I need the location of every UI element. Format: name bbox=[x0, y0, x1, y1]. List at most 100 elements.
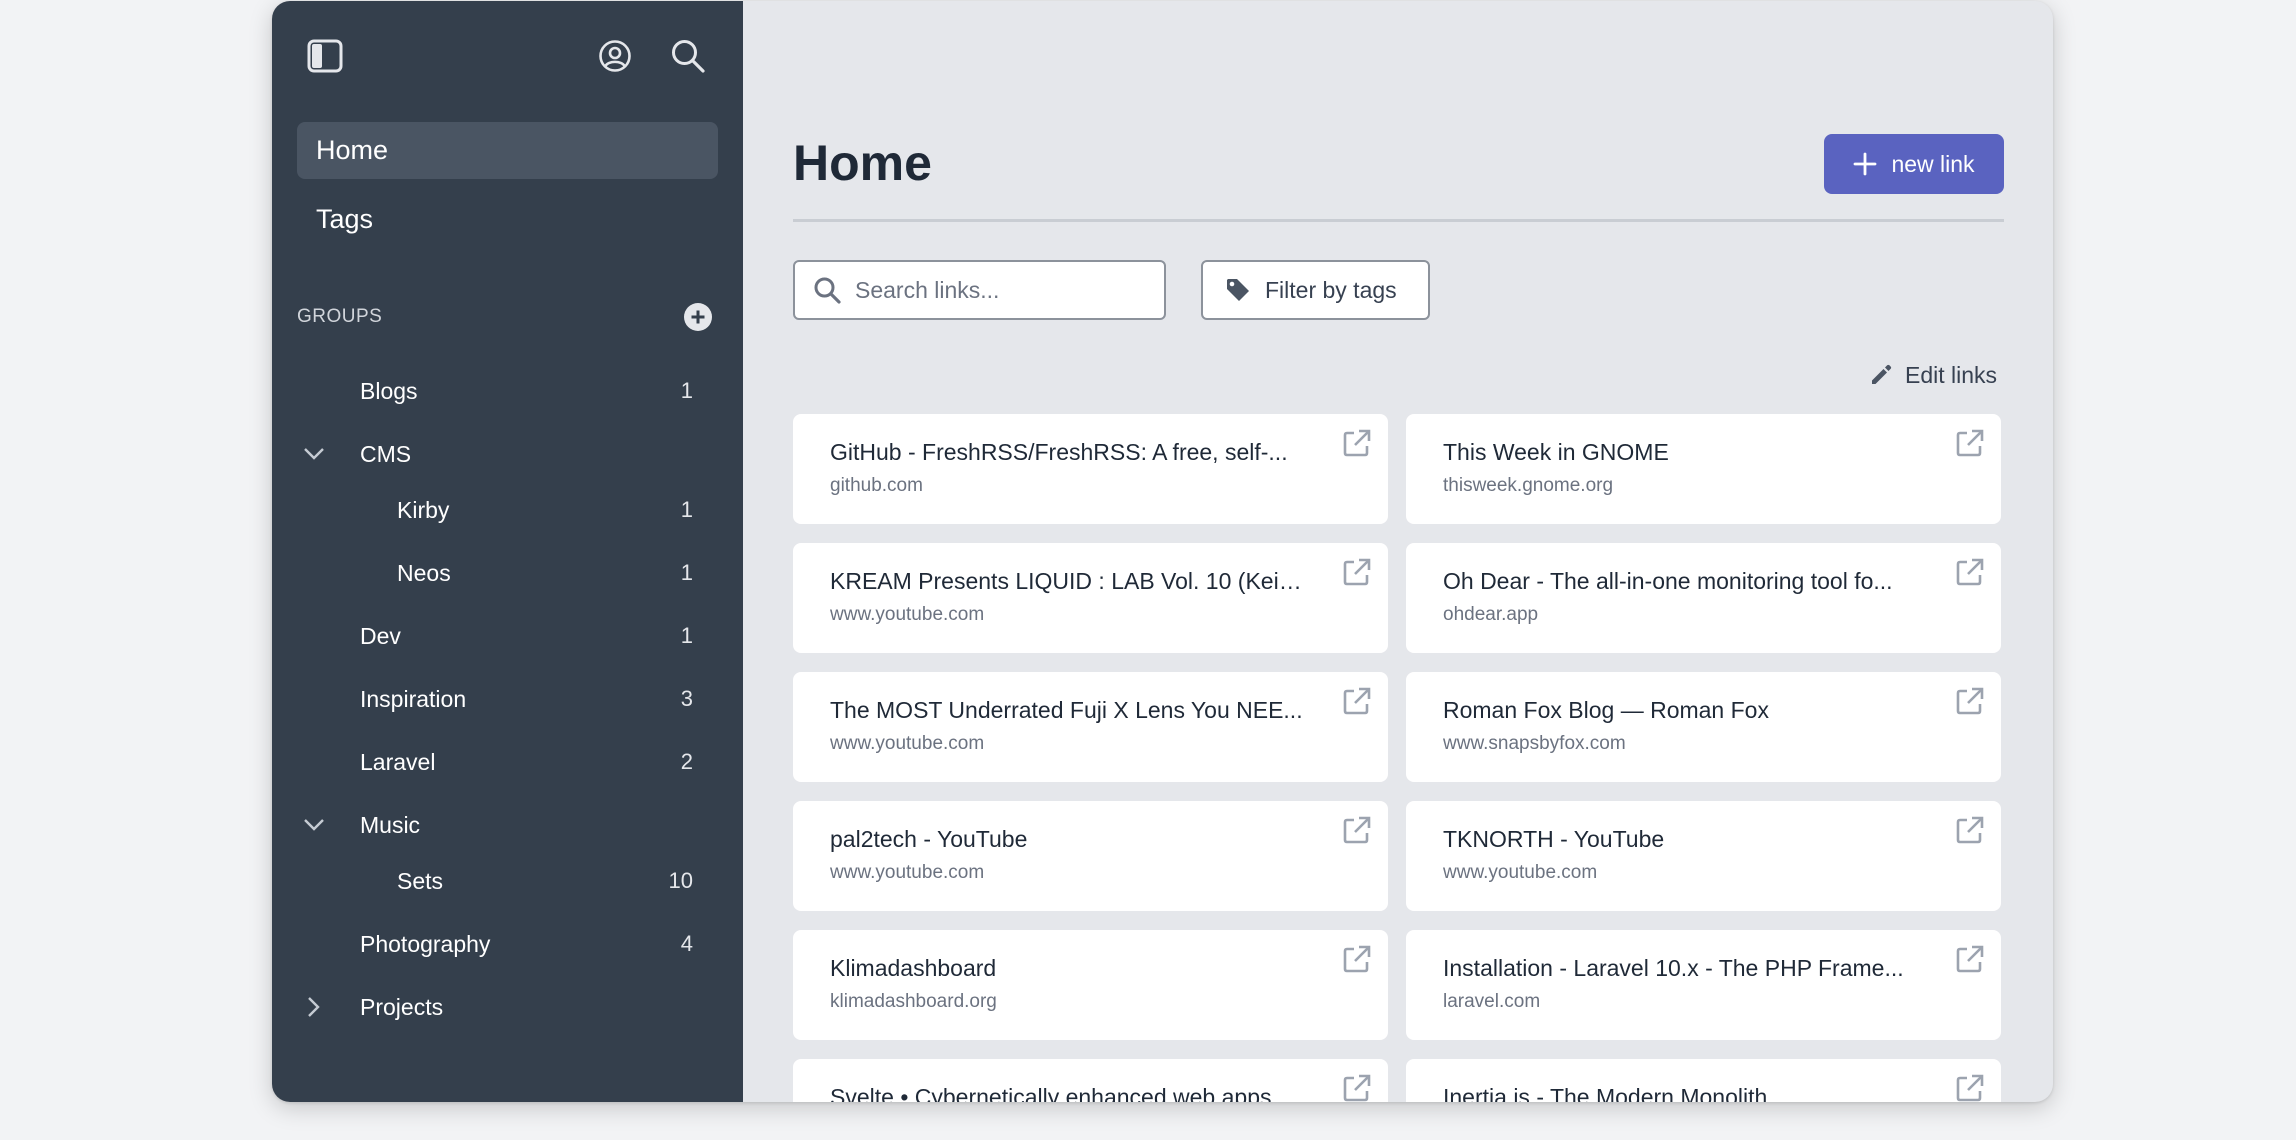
link-domain: www.youtube.com bbox=[830, 604, 985, 625]
link-title[interactable]: Oh Dear - The all-in-one monitoring tool… bbox=[1443, 568, 1923, 595]
filter-by-tags-button[interactable]: Filter by tags bbox=[1201, 260, 1430, 320]
main-content: Home new link Filter by tags bbox=[743, 1, 2053, 1102]
plus-circle-icon[interactable] bbox=[683, 302, 713, 332]
external-link-icon[interactable] bbox=[1342, 815, 1372, 850]
link-card[interactable]: Inertia.js - The Modern Monolith bbox=[1406, 1059, 2001, 1102]
edit-links-label: Edit links bbox=[1905, 361, 1998, 388]
group-item-label: Blogs bbox=[360, 377, 418, 404]
link-title[interactable]: Klimadashboard bbox=[830, 955, 1310, 982]
search-input[interactable] bbox=[855, 276, 1155, 304]
link-title[interactable]: TKNORTH - YouTube bbox=[1443, 826, 1923, 853]
external-link-icon[interactable] bbox=[1342, 557, 1372, 592]
group-item-label: Neos bbox=[397, 559, 451, 586]
group-item-count: 1 bbox=[680, 497, 693, 522]
group-item-count: 1 bbox=[680, 378, 693, 403]
pencil-icon bbox=[1872, 364, 1892, 384]
group-item[interactable]: Sets 10 bbox=[297, 856, 718, 906]
group-item-label: Projects bbox=[360, 993, 444, 1020]
group-item-label: Dev bbox=[360, 622, 401, 649]
link-title[interactable]: Installation - Laravel 10.x - The PHP Fr… bbox=[1443, 955, 1923, 982]
group-item-count: 2 bbox=[680, 749, 693, 774]
group-item-count: 4 bbox=[680, 931, 693, 956]
nav-home[interactable]: Home bbox=[297, 122, 718, 179]
link-title[interactable]: GitHub - FreshRSS/FreshRSS: A free, self… bbox=[830, 439, 1310, 466]
group-item-count: 1 bbox=[680, 560, 693, 585]
group-item[interactable]: Photography 4 bbox=[297, 919, 718, 969]
external-link-icon[interactable] bbox=[1342, 1073, 1372, 1102]
link-card[interactable]: Klimadashboard klimadashboard.org bbox=[793, 930, 1388, 1040]
plus-icon bbox=[1854, 152, 1877, 176]
page-title: Home bbox=[793, 135, 932, 191]
link-domain: www.youtube.com bbox=[830, 862, 985, 883]
chevron-down-icon[interactable] bbox=[299, 439, 329, 469]
link-card[interactable]: Oh Dear - The all-in-one monitoring tool… bbox=[1406, 543, 2001, 653]
group-item[interactable]: Neos 1 bbox=[297, 548, 718, 598]
link-card[interactable]: KREAM Presents LIQUID : LAB Vol. 10 (Kei… bbox=[793, 543, 1388, 653]
link-title[interactable]: Inertia.js - The Modern Monolith bbox=[1443, 1084, 1923, 1102]
link-card[interactable]: This Week in GNOME thisweek.gnome.org bbox=[1406, 414, 2001, 524]
link-domain: laravel.com bbox=[1443, 991, 1541, 1012]
external-link-icon[interactable] bbox=[1955, 686, 1985, 721]
link-title[interactable]: This Week in GNOME bbox=[1443, 439, 1923, 466]
group-item-count: 3 bbox=[680, 686, 693, 711]
link-domain: klimadashboard.org bbox=[830, 991, 997, 1012]
sidebar: Home Tags GROUPS Blogs 1 CMS Kirby 1 Neos 1 Dev… bbox=[272, 1, 743, 1102]
link-card[interactable]: Svelte • Cybernetically enhanced web app… bbox=[793, 1059, 1388, 1102]
link-title[interactable]: Svelte • Cybernetically enhanced web app… bbox=[830, 1084, 1310, 1102]
external-link-icon[interactable] bbox=[1342, 428, 1372, 463]
nav-home-label: Home bbox=[316, 135, 389, 165]
group-item[interactable]: Laravel 2 bbox=[297, 737, 718, 787]
link-domain: www.snapsbyfox.com bbox=[1443, 733, 1626, 754]
sidebar-toolbar bbox=[272, 1, 743, 111]
link-domain: www.youtube.com bbox=[830, 733, 985, 754]
link-card[interactable]: Roman Fox Blog — Roman Fox www.snapsbyfox… bbox=[1406, 672, 2001, 782]
edit-links-button[interactable]: Edit links bbox=[1869, 357, 1997, 393]
new-link-button[interactable]: new link bbox=[1824, 134, 2004, 194]
user-circle-icon[interactable] bbox=[597, 38, 633, 74]
link-card[interactable]: GitHub - FreshRSS/FreshRSS: A free, self… bbox=[793, 414, 1388, 524]
title-divider bbox=[793, 219, 2004, 222]
group-item[interactable]: CMS bbox=[297, 429, 718, 479]
groups-heading: GROUPS bbox=[297, 306, 383, 327]
group-item-label: Music bbox=[360, 811, 421, 838]
external-link-icon[interactable] bbox=[1955, 557, 1985, 592]
filter-label: Filter by tags bbox=[1265, 276, 1397, 303]
tag-icon bbox=[1227, 279, 1249, 301]
link-title[interactable]: The MOST Underrated Fuji X Lens You NEE.… bbox=[830, 697, 1310, 724]
link-domain: github.com bbox=[830, 475, 923, 496]
group-item-label: Kirby bbox=[397, 496, 450, 523]
link-card[interactable]: The MOST Underrated Fuji X Lens You NEE.… bbox=[793, 672, 1388, 782]
external-link-icon[interactable] bbox=[1342, 944, 1372, 979]
app-window: Home Tags GROUPS Blogs 1 CMS Kirby 1 Neos 1 Dev… bbox=[272, 1, 2053, 1102]
link-card[interactable]: Installation - Laravel 10.x - The PHP Fr… bbox=[1406, 930, 2001, 1040]
group-item-label: Photography bbox=[360, 930, 491, 957]
chevron-down-icon[interactable] bbox=[299, 810, 329, 840]
link-title[interactable]: KREAM Presents LIQUID : LAB Vol. 10 (Kei… bbox=[830, 568, 1310, 595]
group-item-label: CMS bbox=[360, 440, 412, 467]
link-card[interactable]: TKNORTH - YouTube www.youtube.com bbox=[1406, 801, 2001, 911]
external-link-icon[interactable] bbox=[1342, 686, 1372, 721]
group-item[interactable]: Music bbox=[297, 800, 718, 850]
search-icon bbox=[814, 277, 841, 304]
link-card[interactable]: pal2tech - YouTube www.youtube.com bbox=[793, 801, 1388, 911]
external-link-icon[interactable] bbox=[1955, 1073, 1985, 1102]
link-title[interactable]: Roman Fox Blog — Roman Fox bbox=[1443, 697, 1923, 724]
chevron-right-icon[interactable] bbox=[299, 992, 329, 1022]
group-item-count: 10 bbox=[668, 868, 693, 893]
search-icon[interactable] bbox=[668, 36, 708, 76]
group-item-label: Laravel bbox=[360, 748, 436, 775]
external-link-icon[interactable] bbox=[1955, 428, 1985, 463]
group-item[interactable]: Projects bbox=[297, 982, 718, 1032]
link-title[interactable]: pal2tech - YouTube bbox=[830, 826, 1310, 853]
group-item[interactable]: Inspiration 3 bbox=[297, 674, 718, 724]
group-item[interactable]: Dev 1 bbox=[297, 611, 718, 661]
search-field[interactable] bbox=[793, 260, 1166, 320]
new-link-label: new link bbox=[1891, 150, 1975, 177]
external-link-icon[interactable] bbox=[1955, 815, 1985, 850]
sidebar-toggle-icon[interactable] bbox=[307, 38, 343, 74]
group-item[interactable]: Blogs 1 bbox=[297, 366, 718, 416]
group-item[interactable]: Kirby 1 bbox=[297, 485, 718, 535]
external-link-icon[interactable] bbox=[1955, 944, 1985, 979]
nav-tags[interactable]: Tags bbox=[297, 191, 718, 248]
link-domain: www.youtube.com bbox=[1443, 862, 1598, 883]
